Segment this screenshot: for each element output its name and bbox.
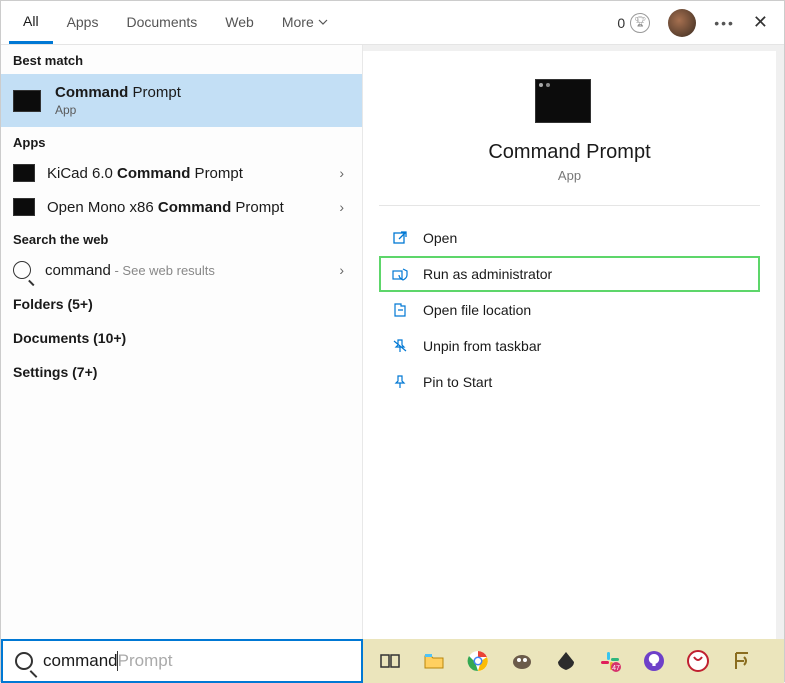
taskbar-gimp-icon[interactable] xyxy=(501,643,543,679)
more-options-icon[interactable]: ••• xyxy=(714,15,735,31)
action-run-as-administrator[interactable]: Run as administrator xyxy=(379,256,760,292)
action-label: Run as administrator xyxy=(423,266,552,282)
apps-header: Apps xyxy=(1,127,362,156)
taskbar-app-icon-2[interactable] xyxy=(721,643,763,679)
app-result-mono[interactable]: Open Mono x86 Command Prompt › xyxy=(1,190,362,224)
category-settings[interactable]: Settings (7+) xyxy=(1,355,362,389)
taskbar-inkscape-icon[interactable] xyxy=(545,643,587,679)
search-top-tabs: All Apps Documents Web More 0 🏆︎ ••• ✕ xyxy=(1,1,784,45)
pin-icon xyxy=(391,373,409,391)
trophy-icon: 🏆︎ xyxy=(630,13,650,33)
tab-apps[interactable]: Apps xyxy=(53,1,113,44)
app-result-kicad[interactable]: KiCad 6.0 Command Prompt › xyxy=(1,156,362,190)
folder-icon xyxy=(391,301,409,319)
action-unpin-taskbar[interactable]: Unpin from taskbar xyxy=(379,328,760,364)
divider xyxy=(379,205,760,206)
chevron-down-icon xyxy=(318,17,328,27)
app-result-label: Open Mono x86 Command Prompt xyxy=(47,199,333,216)
action-label: Open file location xyxy=(423,302,531,318)
tab-web[interactable]: Web xyxy=(211,1,268,44)
preview-title: Command Prompt xyxy=(363,141,776,164)
preview-panel: Command Prompt App Open Run as administr… xyxy=(363,51,776,639)
chevron-right-icon[interactable]: › xyxy=(333,262,350,278)
search-icon xyxy=(15,652,33,670)
svg-text:47: 47 xyxy=(612,665,620,672)
search-typed-text: command xyxy=(43,651,118,671)
tab-all[interactable]: All xyxy=(9,1,53,44)
taskbar-task-view-icon[interactable] xyxy=(369,643,411,679)
taskbar-app-icon[interactable] xyxy=(677,643,719,679)
open-icon xyxy=(391,229,409,247)
taskbar: 47 xyxy=(363,639,784,683)
best-match-title: Command Prompt xyxy=(55,84,181,101)
search-ghost-text: Prompt xyxy=(118,651,173,671)
action-label: Unpin from taskbar xyxy=(423,338,541,354)
action-label: Open xyxy=(423,230,457,246)
cmd-prompt-icon xyxy=(13,90,41,112)
rewards-count: 0 xyxy=(617,15,625,31)
preview-subtitle: App xyxy=(363,168,776,183)
taskbar-chrome-icon[interactable] xyxy=(457,643,499,679)
chevron-right-icon[interactable]: › xyxy=(333,199,350,215)
web-header: Search the web xyxy=(1,224,362,253)
unpin-icon xyxy=(391,337,409,355)
taskbar-github-icon[interactable] xyxy=(633,643,675,679)
admin-shield-icon xyxy=(391,265,409,283)
action-label: Pin to Start xyxy=(423,374,492,390)
user-avatar[interactable] xyxy=(668,9,696,37)
action-pin-to-start[interactable]: Pin to Start xyxy=(379,364,760,400)
category-folders[interactable]: Folders (5+) xyxy=(1,287,362,321)
close-icon[interactable]: ✕ xyxy=(753,12,768,33)
action-open-file-location[interactable]: Open file location xyxy=(379,292,760,328)
web-result-label: command - See web results xyxy=(45,262,333,279)
cmd-prompt-icon xyxy=(13,198,35,216)
tab-more[interactable]: More xyxy=(268,1,342,44)
tab-documents[interactable]: Documents xyxy=(112,1,211,44)
best-match-result[interactable]: Command Prompt App xyxy=(1,74,362,127)
cmd-prompt-icon-large xyxy=(535,79,591,123)
search-icon xyxy=(13,261,31,279)
web-result[interactable]: command - See web results › xyxy=(1,253,362,287)
action-open[interactable]: Open xyxy=(379,220,760,256)
app-result-label: KiCad 6.0 Command Prompt xyxy=(47,165,333,182)
cmd-prompt-icon xyxy=(13,164,35,182)
taskbar-explorer-icon[interactable] xyxy=(413,643,455,679)
best-match-header: Best match xyxy=(1,45,362,74)
taskbar-slack-icon[interactable]: 47 xyxy=(589,643,631,679)
category-documents[interactable]: Documents (10+) xyxy=(1,321,362,355)
search-results-panel: Best match Command Prompt App Apps KiCad… xyxy=(1,45,363,639)
search-box[interactable]: commandPrompt xyxy=(1,639,363,683)
best-match-subtitle: App xyxy=(55,103,181,117)
rewards-counter[interactable]: 0 🏆︎ xyxy=(617,13,650,33)
chevron-right-icon[interactable]: › xyxy=(333,165,350,181)
